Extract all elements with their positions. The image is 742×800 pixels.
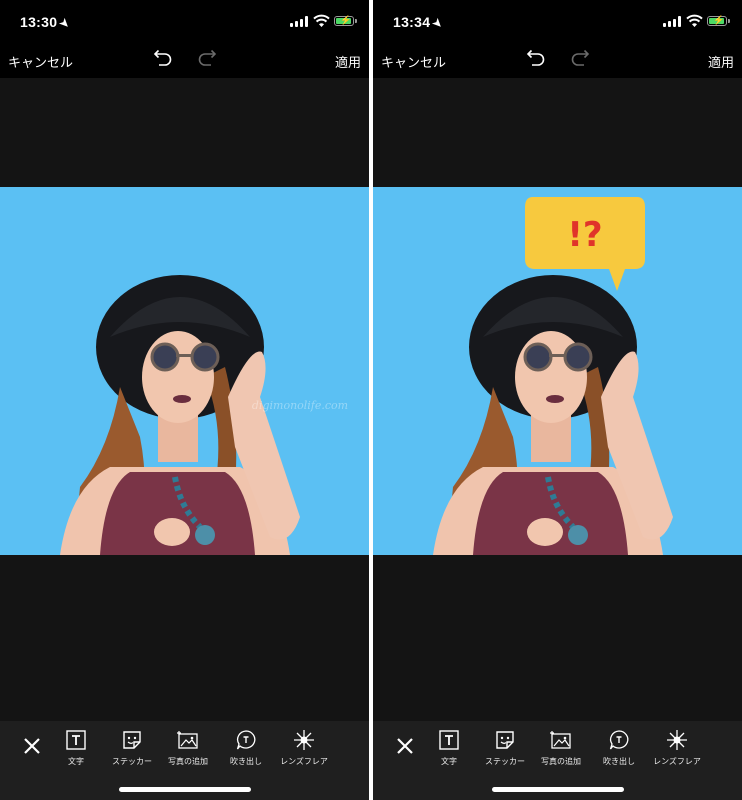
undo-icon[interactable] (150, 49, 174, 69)
apply-button[interactable]: 適用 (335, 52, 361, 71)
text-icon (439, 730, 459, 750)
tool-sticker[interactable]: ステッカー (475, 729, 535, 767)
speech-bubble-icon (236, 730, 256, 750)
tool-speech-bubble[interactable]: 吹き出し (216, 729, 276, 767)
editor-canvas: digimonolife.com (0, 78, 369, 721)
tool-add-photo[interactable]: 写真の追加 (531, 729, 591, 767)
wifi-icon (313, 14, 330, 27)
edited-photo[interactable]: digimonolife.com (0, 187, 369, 555)
tool-bar: 文字 ステッカー 写真の追加 吹き出し レンズフレア (373, 721, 742, 800)
lens-flare-icon (667, 730, 687, 750)
edited-photo[interactable]: !? (373, 187, 742, 555)
phone-screen-left: 13:30➤ ⚡ キャンセル 適用 digimonolife.com 文字 ステ… (0, 0, 369, 800)
editor-nav-bar: キャンセル 適用 (0, 44, 369, 78)
home-indicator[interactable] (118, 787, 251, 792)
tool-label: 吹き出し (230, 757, 262, 766)
signal-icon (290, 16, 309, 27)
redo-icon[interactable] (569, 49, 593, 69)
tool-label: 吹き出し (603, 757, 635, 766)
speech-bubble-sticker[interactable]: !? (523, 193, 647, 297)
tool-bar: 文字 ステッカー 写真の追加 吹き出し レンズフレア (0, 721, 369, 800)
add-photo-icon (550, 731, 571, 749)
wifi-icon (686, 14, 703, 27)
redo-icon[interactable] (196, 49, 220, 69)
phone-screen-right: 13:34➤ ⚡ キャンセル 適用 !? 文字 ステッカー 写真の追加 吹き出し… (373, 0, 742, 800)
tool-label: ステッカー (112, 757, 152, 766)
sticker-icon (496, 731, 514, 749)
apply-button[interactable]: 適用 (708, 52, 734, 71)
tool-add-photo[interactable]: 写真の追加 (158, 729, 218, 767)
cancel-button[interactable]: キャンセル (8, 52, 73, 71)
status-bar: 13:30➤ ⚡ (0, 0, 369, 44)
tool-label: ステッカー (485, 757, 525, 766)
tool-label: レンズフレア (653, 757, 701, 766)
tool-text[interactable]: 文字 (46, 729, 106, 767)
tool-sticker[interactable]: ステッカー (102, 729, 162, 767)
bubble-text: !? (567, 215, 602, 255)
text-icon (66, 730, 86, 750)
status-time: 13:34➤ (393, 14, 446, 32)
home-indicator[interactable] (491, 787, 624, 792)
status-time: 13:30➤ (20, 14, 73, 32)
battery-icon: ⚡ (334, 15, 357, 26)
add-photo-icon (177, 731, 198, 749)
location-arrow-icon: ➤ (57, 16, 73, 32)
tool-speech-bubble[interactable]: 吹き出し (589, 729, 649, 767)
tool-lens-flare[interactable]: レンズフレア (274, 729, 334, 767)
tool-lens-flare[interactable]: レンズフレア (647, 729, 707, 767)
location-arrow-icon: ➤ (430, 16, 446, 32)
speech-bubble-icon (609, 730, 629, 750)
tool-label: 写真の追加 (168, 757, 208, 766)
status-bar: 13:34➤ ⚡ (373, 0, 742, 44)
undo-icon[interactable] (523, 49, 547, 69)
tool-label: レンズフレア (280, 757, 328, 766)
signal-icon (663, 16, 682, 27)
editor-nav-bar: キャンセル 適用 (373, 44, 742, 78)
lens-flare-icon (294, 730, 314, 750)
svg-text:digimonolife.com: digimonolife.com (252, 399, 348, 412)
editor-canvas: !? (373, 78, 742, 721)
close-icon[interactable] (393, 734, 417, 758)
sticker-icon (123, 731, 141, 749)
tool-label: 文字 (441, 757, 457, 766)
cancel-button[interactable]: キャンセル (381, 52, 446, 71)
tool-label: 文字 (68, 757, 84, 766)
tool-label: 写真の追加 (541, 757, 581, 766)
battery-icon: ⚡ (707, 15, 730, 26)
close-icon[interactable] (20, 734, 44, 758)
tool-text[interactable]: 文字 (419, 729, 479, 767)
woman-with-hat-illustration: digimonolife.com (60, 275, 348, 555)
